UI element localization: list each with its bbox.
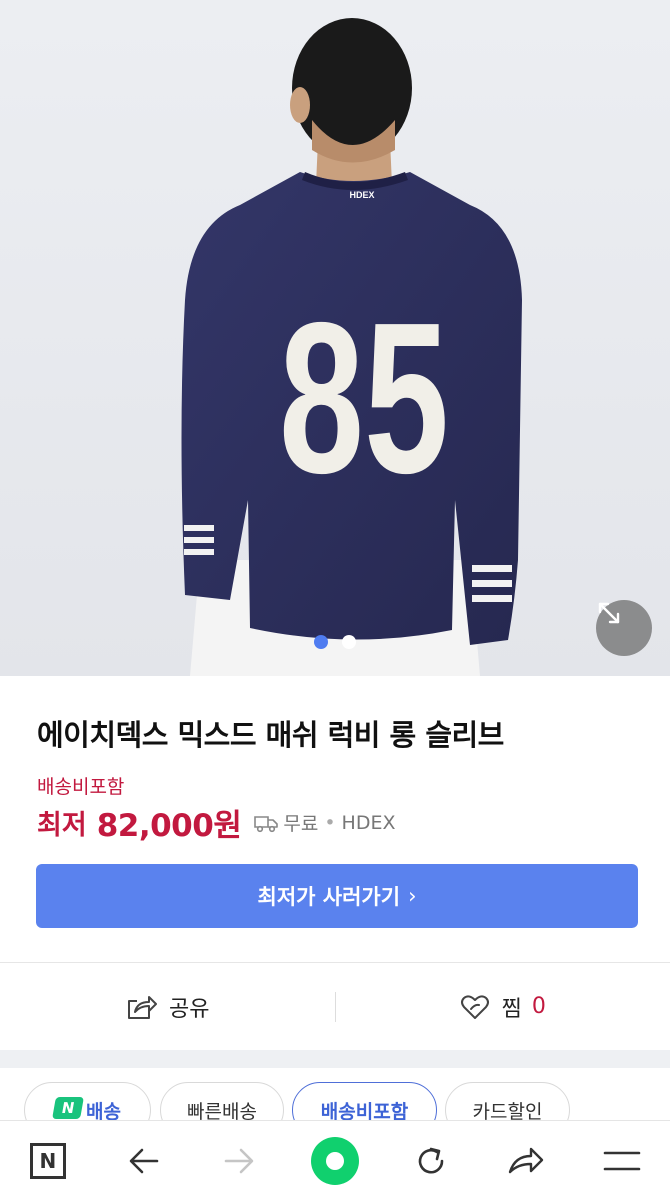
- like-label: 찜: [501, 996, 522, 1022]
- expand-icon: [598, 602, 620, 624]
- carousel-dot-2[interactable]: [342, 635, 356, 649]
- refresh-icon: [418, 1147, 444, 1173]
- chip-fast-delivery[interactable]: 빠른배송: [160, 1082, 284, 1120]
- jersey-number-text: 85: [279, 277, 449, 518]
- chip-label: 배송비포함: [320, 1101, 409, 1120]
- product-photo: HDEX 85: [0, 0, 670, 676]
- price-prefix: 최저: [37, 810, 87, 841]
- share-button[interactable]: 공유: [0, 991, 335, 1023]
- like-button[interactable]: 찜 0: [336, 991, 670, 1023]
- forward-button[interactable]: [191, 1121, 287, 1200]
- jersey-brand-text: HDEX: [349, 190, 374, 200]
- naver-home-icon: N: [29, 1142, 66, 1179]
- chevron-right-icon: ›: [408, 884, 417, 908]
- refresh-button[interactable]: [383, 1121, 479, 1200]
- chip-label: 배송: [86, 1101, 121, 1120]
- shipping-included-label: 배송비포함: [37, 776, 125, 798]
- chip-card-discount[interactable]: 카드할인: [445, 1082, 570, 1120]
- chip-label: 카드할인: [472, 1101, 543, 1120]
- shipping-meta: 무료 • HDEX: [253, 809, 395, 836]
- green-dot-button[interactable]: [287, 1121, 383, 1200]
- shipping-fee: 무료: [283, 813, 319, 835]
- product-image-carousel[interactable]: HDEX 85: [0, 0, 670, 676]
- buy-lowest-price-button[interactable]: 최저가 사러가기 ›: [36, 864, 638, 928]
- forward-arrow-icon: [224, 1148, 254, 1173]
- menu-icon: [603, 1151, 641, 1170]
- carousel-indicator: [0, 635, 670, 649]
- menu-button[interactable]: [574, 1121, 670, 1200]
- filter-chips: N 배송 빠른배송 배송비포함 카드할인: [0, 1068, 670, 1120]
- back-button[interactable]: [96, 1121, 192, 1200]
- expand-image-button[interactable]: [596, 600, 652, 656]
- chip-shipping-included[interactable]: 배송비포함: [292, 1082, 437, 1120]
- price-value: 82,000원: [96, 808, 242, 844]
- share-label: 공유: [169, 996, 210, 1022]
- back-arrow-icon: [129, 1148, 158, 1173]
- price-row: 최저 82,000원 무료 • HDEX: [37, 800, 395, 845]
- chip-naver-delivery[interactable]: N 배송: [24, 1082, 151, 1120]
- product-title: 에이치덱스 믹스드 매쉬 럭비 롱 슬리브: [37, 718, 504, 752]
- truck-icon: [254, 815, 279, 832]
- naver-home-button[interactable]: N: [0, 1121, 96, 1200]
- naver-badge: N: [52, 1097, 84, 1119]
- heart-icon: [460, 994, 489, 1019]
- cta-label: 최저가 사러가기: [257, 885, 401, 909]
- share-arrow-icon: [509, 1147, 544, 1173]
- action-bar: 공유 찜 0: [0, 962, 670, 1050]
- seller-name: HDEX: [341, 811, 396, 834]
- share-icon: [128, 995, 157, 1019]
- share-page-button[interactable]: [479, 1121, 575, 1200]
- meta-separator: •: [324, 811, 336, 834]
- green-dot-icon: [311, 1136, 360, 1185]
- section-gap: [0, 1050, 670, 1068]
- browser-bottom-nav: N: [0, 1120, 670, 1200]
- like-count: 0: [531, 994, 546, 1019]
- product-info-section: 에이치덱스 믹스드 매쉬 럭비 롱 슬리브 배송비포함 최저 82,000원 무…: [0, 676, 670, 960]
- carousel-dot-1[interactable]: [314, 635, 328, 649]
- chip-label: 빠른배송: [187, 1101, 257, 1120]
